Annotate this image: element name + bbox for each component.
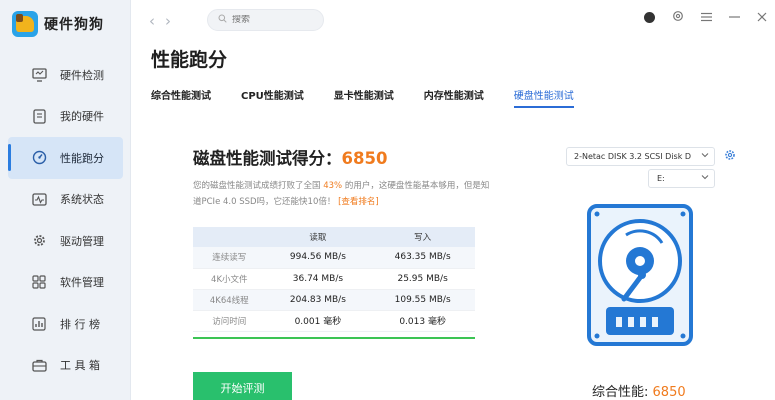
window-controls [644,10,767,25]
sidebar-item-system-status[interactable]: 系统状态 [8,179,123,221]
row-write: 463.35 MB/s [370,247,475,269]
row-write: 0.013 毫秒 [370,310,475,332]
menu-icon[interactable] [701,11,712,25]
drive-select-value: E: [657,174,665,183]
row-write: 109.55 MB/s [370,289,475,311]
tab-overall[interactable]: 综合性能测试 [151,87,211,108]
app-title: 硬件狗狗 [44,17,104,33]
apps-icon [31,274,47,290]
benchmark-table: 读取 写入 连续读写 994.56 MB/s 463.35 MB/s 4K小文件… [193,227,475,332]
history-nav: ‹› [149,12,181,30]
overall-score: 综合性能: 6850 [592,381,686,400]
table-header-row: 读取 写入 [193,227,475,247]
sidebar-item-label: 排 行 榜 [60,317,100,331]
toolbox-icon [31,357,47,373]
close-icon[interactable] [757,11,767,25]
chevron-down-icon [701,151,709,162]
top-bar: ‹› [131,0,775,40]
search-input[interactable] [232,15,312,25]
table-row: 4K64线程 204.83 MB/s 109.55 MB/s [193,289,475,311]
search-icon [218,14,227,26]
dog-logo-icon [12,11,38,37]
sidebar-item-label: 性能跑分 [60,151,104,165]
avatar[interactable] [644,12,655,23]
hard-disk-icon [586,203,694,347]
table-row: 访问时间 0.001 毫秒 0.013 毫秒 [193,310,475,332]
pulse-icon [31,191,47,207]
search-box[interactable] [207,9,324,31]
row-read: 994.56 MB/s [265,247,371,269]
table-header [193,227,266,247]
start-benchmark-button[interactable]: 开始评测 [193,372,292,400]
score-value: 6850 [341,149,388,168]
app-logo: 硬件狗狗 [12,11,104,37]
disk-settings-icon[interactable] [724,149,737,162]
row-write: 25.95 MB/s [370,268,475,290]
row-read: 0.001 毫秒 [265,310,371,332]
sidebar-item-label: 我的硬件 [60,110,104,124]
tab-cpu[interactable]: CPU性能测试 [241,87,304,108]
sidebar-item-my-hardware[interactable]: 我的硬件 [8,96,123,138]
table-row: 4K小文件 36.74 MB/s 25.95 MB/s [193,268,475,290]
sidebar-item-ranking[interactable]: 排 行 榜 [8,303,123,345]
progress-bar [193,337,475,339]
table-header-write: 写入 [370,227,475,247]
ranking-icon [31,316,47,332]
row-label: 4K64线程 [193,289,266,311]
benchmark-tabs: 综合性能测试 CPU性能测试 显卡性能测试 内存性能测试 硬盘性能测试 [151,87,604,108]
drive-select[interactable]: E: [648,169,715,188]
view-ranking-link[interactable]: [查看排名] [338,197,379,207]
sidebar-item-label: 工 具 箱 [60,359,100,373]
disk-select-value: 2-Netac DISK 3.2 SCSI Disk D [574,152,692,161]
score-label: 磁盘性能测试得分： [193,149,342,168]
overall-value: 6850 [652,385,686,400]
score-heading: 磁盘性能测试得分：6850 [193,145,387,169]
score-description: 您的磁盘性能测试成绩打败了全国 43% 的用户，这硬盘性能基本够用，但是知道PC… [193,178,493,210]
sidebar-nav: 硬件检测 我的硬件 性能跑分 系统状态 驱动管理 软件管理 排 行 榜 工 具 … [0,54,131,386]
minimize-icon[interactable] [729,11,740,25]
gauge-icon [31,150,47,166]
desc-prefix: 您的磁盘性能测试成绩打败了全国 [193,181,324,191]
sidebar-item-driver-manager[interactable]: 驱动管理 [8,220,123,262]
sidebar-item-label: 系统状态 [60,193,104,207]
tab-disk[interactable]: 硬盘性能测试 [513,87,574,108]
row-read: 204.83 MB/s [265,289,371,311]
sidebar-item-label: 硬件检测 [60,68,104,82]
sidebar-item-label: 驱动管理 [60,234,104,248]
row-label: 连续读写 [193,247,266,269]
overall-label: 综合性能: [592,385,649,400]
disk-select[interactable]: 2-Netac DISK 3.2 SCSI Disk D [566,147,715,166]
row-read: 36.74 MB/s [265,268,371,290]
page-title: 性能跑分 [151,49,228,71]
sidebar-item-label: 软件管理 [60,276,104,290]
tab-memory[interactable]: 内存性能测试 [424,87,484,108]
back-arrow-icon[interactable]: ‹ [149,12,165,30]
table-row: 连续读写 994.56 MB/s 463.35 MB/s [193,247,475,269]
sidebar: 硬件狗狗 硬件检测 我的硬件 性能跑分 系统状态 驱动管理 软件管理 排 行 榜… [0,0,131,400]
sidebar-item-software-manager[interactable]: 软件管理 [8,262,123,304]
sidebar-item-hardware-detect[interactable]: 硬件检测 [8,54,123,96]
chevron-down-icon [701,173,709,184]
document-icon [31,108,47,124]
monitor-icon [31,67,47,83]
table-header-read: 读取 [265,227,371,247]
gear-icon [31,233,47,249]
tab-gpu[interactable]: 显卡性能测试 [334,87,394,108]
row-label: 访问时间 [193,310,266,332]
sidebar-item-benchmark[interactable]: 性能跑分 [8,137,123,179]
settings-icon[interactable] [672,10,684,25]
row-label: 4K小文件 [193,268,266,290]
sidebar-item-toolbox[interactable]: 工 具 箱 [8,345,123,387]
desc-percent: 43% [323,181,343,191]
forward-arrow-icon[interactable]: › [165,12,181,30]
